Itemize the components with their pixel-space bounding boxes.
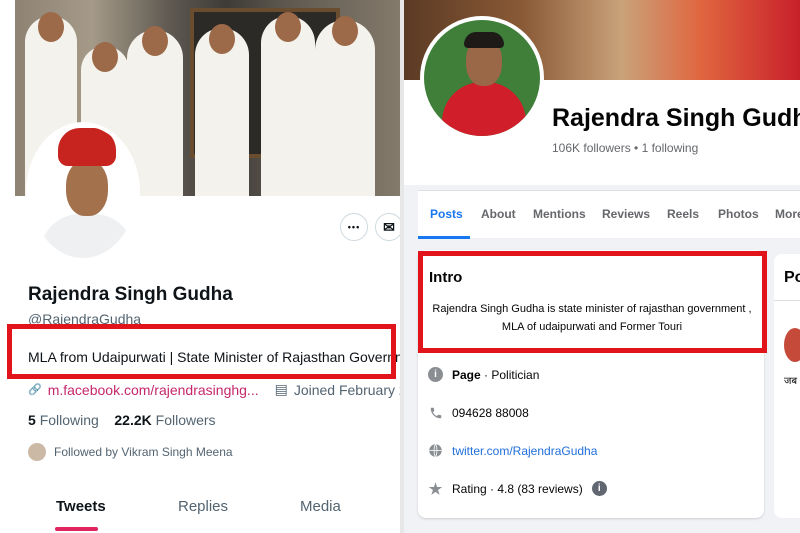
- joined-date: Joined February 2016: [293, 381, 400, 398]
- mail-icon: ✉: [383, 218, 395, 235]
- page-category-row: i Page · Politician: [428, 367, 539, 382]
- avatar-robe: [442, 82, 526, 136]
- followed-by-text: Followed by Vikram Singh Meena: [54, 445, 233, 459]
- tab-reviews[interactable]: Reviews: [602, 207, 650, 221]
- website-row: twitter.com/RajendraGudha: [428, 443, 597, 458]
- followers-link[interactable]: 22.2K Followers: [114, 412, 215, 428]
- phone-icon: [428, 405, 443, 420]
- link-icon: 🔗: [28, 384, 42, 396]
- side-card-title: Po: [784, 269, 800, 286]
- twitter-profile-panel: ••• ✉ Rajendra Singh Gudha @RajendraGudh…: [0, 0, 400, 533]
- page-tabs: Posts About Mentions Reviews Reels Photo…: [418, 190, 800, 239]
- bio-highlight-box: [7, 324, 396, 379]
- phone-number[interactable]: 094628 88008: [452, 406, 529, 420]
- following-link[interactable]: 5 Following: [28, 412, 99, 428]
- message-button[interactable]: ✉: [375, 213, 400, 241]
- tab-mentions[interactable]: Mentions: [533, 207, 586, 221]
- rating-text: Rating · 4.8 (83 reviews): [452, 481, 583, 496]
- star-icon: ★: [428, 480, 443, 498]
- tab-more[interactable]: More: [775, 207, 800, 221]
- display-name: Rajendra Singh Gudha: [28, 284, 233, 305]
- calendar-icon: ▤: [274, 381, 288, 397]
- info-icon: i: [428, 367, 443, 382]
- post-snippet: जब: [784, 376, 798, 387]
- active-tab-indicator: [55, 527, 98, 531]
- page-name: Rajendra Singh Gudha: [552, 104, 800, 132]
- tab-reels[interactable]: Reels: [667, 207, 699, 221]
- page-category: · Politician: [480, 367, 540, 382]
- globe-icon: [428, 443, 443, 458]
- tab-posts[interactable]: Posts: [430, 207, 463, 221]
- follower-avatar: [28, 443, 46, 461]
- tab-tweets[interactable]: Tweets: [56, 498, 106, 515]
- more-icon: •••: [347, 222, 361, 232]
- banner-person: [195, 24, 249, 196]
- avatar-face: [66, 160, 108, 216]
- banner-person: [315, 16, 375, 196]
- side-card-divider: [774, 300, 800, 301]
- posts-side-card: Po जब: [774, 254, 800, 518]
- website-link[interactable]: m.facebook.com/rajendrasinghg...: [48, 382, 259, 398]
- tab-media[interactable]: Media: [300, 498, 341, 515]
- intro-highlight-box: [418, 251, 767, 353]
- avatar-hair: [464, 32, 504, 48]
- facebook-page-panel: Rajendra Singh Gudha 106K followers • 1 …: [404, 0, 800, 533]
- post-author-avatar[interactable]: [784, 328, 800, 362]
- rating-info-icon[interactable]: i: [591, 481, 607, 496]
- follow-stats: 5 Following 22.2K Followers: [28, 412, 216, 428]
- rating-row: ★ Rating · 4.8 (83 reviews) i: [428, 480, 607, 498]
- profile-meta: 🔗 m.facebook.com/rajendrasinghg... ▤ Joi…: [28, 381, 400, 398]
- follower-stats[interactable]: 106K followers • 1 following: [552, 141, 698, 155]
- followed-by[interactable]: Followed by Vikram Singh Meena: [28, 443, 233, 461]
- tab-replies[interactable]: Replies: [178, 498, 228, 515]
- phone-row: 094628 88008: [428, 405, 529, 420]
- tab-about[interactable]: About: [481, 207, 516, 221]
- banner-person: [261, 12, 315, 196]
- profile-tabs: Tweets Replies Media: [15, 490, 400, 533]
- page-label: Page: [452, 367, 481, 382]
- more-options-button[interactable]: •••: [340, 213, 368, 241]
- twitter-link[interactable]: twitter.com/RajendraGudha: [452, 444, 597, 458]
- avatar-turban: [58, 128, 116, 166]
- page-profile-picture[interactable]: [420, 16, 544, 140]
- tab-photos[interactable]: Photos: [718, 207, 759, 221]
- active-tab-indicator: [418, 236, 470, 239]
- profile-avatar[interactable]: [26, 122, 140, 262]
